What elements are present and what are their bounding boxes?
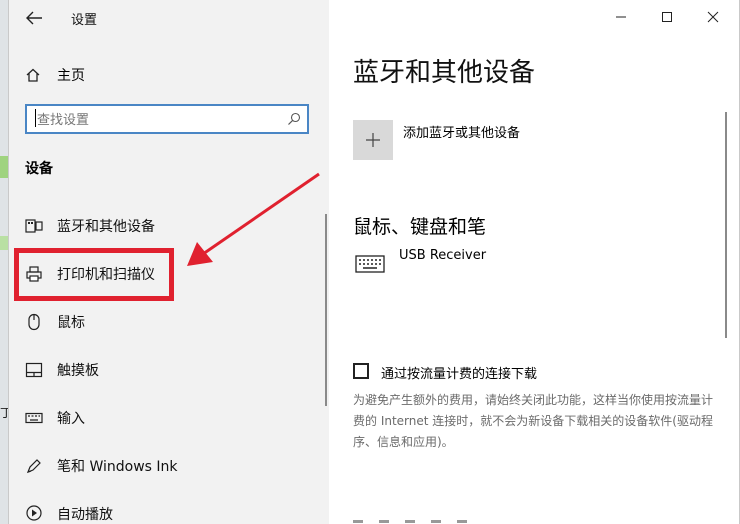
content-scrollbar[interactable] xyxy=(725,112,727,338)
sidebar-item-label: 输入 xyxy=(57,411,85,427)
maximize-icon xyxy=(662,12,672,22)
keyboard-icon xyxy=(25,409,43,427)
metered-download-option: 通过按流量计费的连接下载 xyxy=(353,362,733,384)
sidebar-item-bluetooth[interactable]: 蓝牙和其他设备 xyxy=(9,206,321,246)
home-icon xyxy=(26,68,40,82)
sidebar-item-label: 鼠标 xyxy=(57,315,85,331)
device-item[interactable]: USB Receiver xyxy=(353,248,653,278)
metered-description: 为避免产生额外的费用，请始终关闭此功能，这样当你使用按流量计费的 Interne… xyxy=(353,393,714,449)
highlight-box xyxy=(14,248,174,301)
metered-label[interactable]: 通过按流量计费的连接下载 xyxy=(381,363,537,382)
minimize-button[interactable] xyxy=(601,4,641,30)
mouse-icon xyxy=(25,313,43,331)
content-pane: 蓝牙和其他设备 添加蓝牙或其他设备 鼠标、键盘和笔 USB Receiver 通… xyxy=(329,0,739,524)
home-label: 主页 xyxy=(57,68,85,84)
sidebar-item-label: 自动播放 xyxy=(57,507,113,523)
pen-icon xyxy=(25,457,43,475)
search-icon xyxy=(288,112,301,125)
plus-icon xyxy=(366,133,380,147)
settings-window: 设置 主页 设备 蓝牙和其他设备 xyxy=(8,0,740,524)
device-name: USB Receiver xyxy=(399,248,487,263)
search-box[interactable] xyxy=(25,104,309,134)
home-nav-item[interactable]: 主页 xyxy=(25,62,305,88)
sidebar-item-label: 笔和 Windows Ink xyxy=(57,459,178,475)
back-button[interactable] xyxy=(23,7,45,29)
keyboard-icon xyxy=(355,255,385,273)
sidebar-item-autoplay[interactable]: 自动播放 xyxy=(9,494,321,524)
text-caret xyxy=(35,109,36,127)
background-window-edge: 丁 xyxy=(0,0,12,524)
sidebar-item-touchpad[interactable]: 触摸板 xyxy=(9,350,321,390)
back-arrow-icon xyxy=(26,11,42,25)
section-title: 设备 xyxy=(25,161,53,177)
page-title: 蓝牙和其他设备 xyxy=(353,58,536,88)
sidebar-scrollbar[interactable] xyxy=(325,214,327,406)
add-device-label: 添加蓝牙或其他设备 xyxy=(403,126,521,141)
sidebar-item-typing[interactable]: 输入 xyxy=(9,398,321,438)
add-tile xyxy=(353,120,393,160)
close-icon xyxy=(707,11,719,23)
clipped-heading-fragment xyxy=(353,520,467,523)
metered-checkbox[interactable] xyxy=(353,363,369,379)
autoplay-icon xyxy=(25,504,43,522)
background-highlight xyxy=(0,236,8,250)
sidebar-item-pen[interactable]: 笔和 Windows Ink xyxy=(9,446,321,486)
sidebar-item-mouse[interactable]: 鼠标 xyxy=(9,302,321,342)
background-highlight xyxy=(0,156,8,178)
maximize-button[interactable] xyxy=(647,4,687,30)
section-heading: 鼠标、键盘和笔 xyxy=(353,216,487,238)
add-device-button[interactable]: 添加蓝牙或其他设备 xyxy=(353,120,653,160)
close-button[interactable] xyxy=(693,4,733,30)
bluetooth-devices-icon xyxy=(25,217,43,235)
search-input[interactable] xyxy=(35,108,279,132)
app-title: 设置 xyxy=(71,13,98,28)
touchpad-icon xyxy=(25,361,43,379)
sidebar-item-label: 蓝牙和其他设备 xyxy=(57,219,155,235)
sidebar-item-label: 触摸板 xyxy=(57,363,99,379)
minimize-icon xyxy=(616,16,626,18)
